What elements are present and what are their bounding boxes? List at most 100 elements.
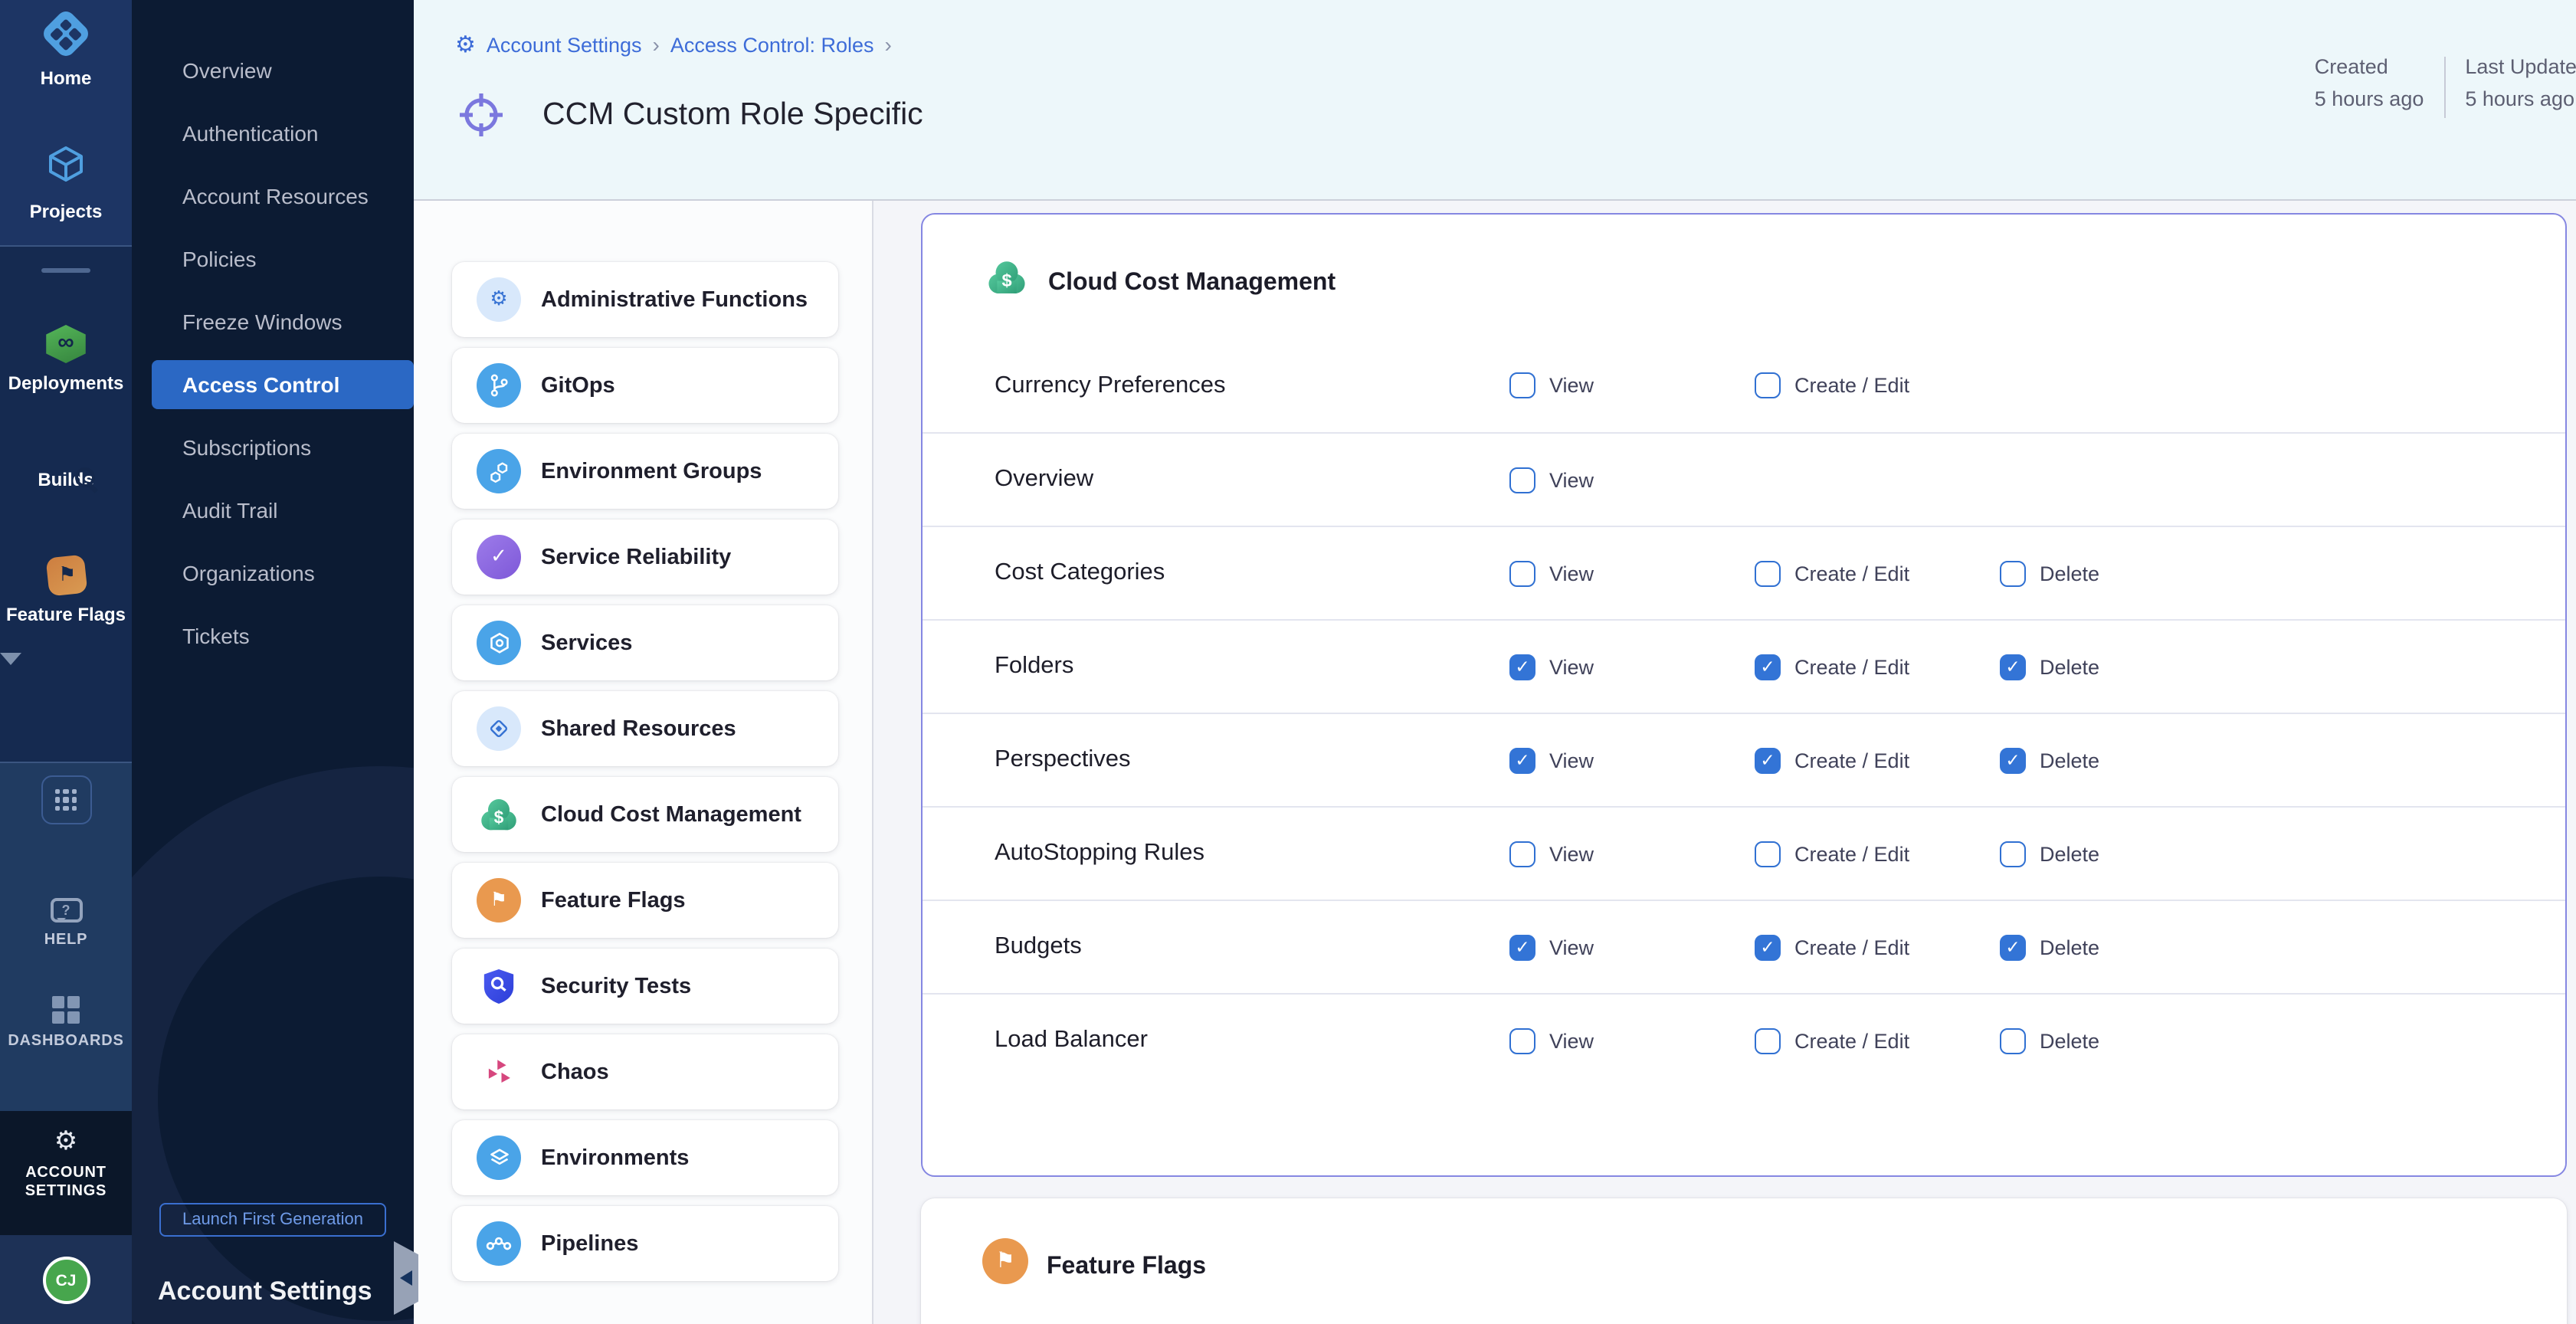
role-meta: Created 5 hours ago Last Updated 5 hours… xyxy=(2315,55,2576,118)
delete-checkbox[interactable] xyxy=(2000,1027,2026,1054)
create-edit-checkbox[interactable]: ✓ xyxy=(1755,934,1781,960)
delete-checkbox[interactable]: ✓ xyxy=(2000,654,2026,680)
resource-item-environment-groups[interactable]: Environment Groups xyxy=(452,434,838,509)
resource-item-pipelines[interactable]: Pipelines xyxy=(452,1206,838,1281)
sidenav-item-overview[interactable]: Overview xyxy=(132,38,414,101)
permission-row-label: Load Balancer xyxy=(995,1027,1509,1054)
permission-checkbox-label: Create / Edit xyxy=(1794,655,1909,678)
permission-cell: ✓ Delete xyxy=(2000,747,2245,773)
view-checkbox[interactable]: ✓ xyxy=(1509,747,1535,773)
rail-item-label: ACCOUNT SETTINGS xyxy=(12,1165,120,1201)
view-checkbox[interactable]: ✓ xyxy=(1509,934,1535,960)
permissions-column: $ Cloud Cost Management Currency Prefere… xyxy=(875,201,2576,1324)
main-content: ⚙ Account Settings › Access Control: Rol… xyxy=(414,0,2576,1324)
view-checkbox[interactable] xyxy=(1509,1027,1535,1054)
permission-cell: View xyxy=(1509,372,1755,398)
rail-drag-handle[interactable] xyxy=(41,268,90,273)
module-rail: Home Projects ∞ Deployments Builds ⚑ Fea xyxy=(0,0,132,1324)
layers-icon xyxy=(477,1136,521,1180)
resource-item-label: Shared Resources xyxy=(541,716,736,741)
resource-item-label: Administrative Functions xyxy=(541,287,808,312)
resource-item-label: Chaos xyxy=(541,1060,609,1084)
home-icon xyxy=(48,15,84,52)
permission-checkbox-label: Delete xyxy=(2040,655,2099,678)
user-avatar[interactable]: CJ xyxy=(42,1257,90,1304)
create-edit-checkbox[interactable] xyxy=(1755,841,1781,867)
panel-header: $ Cloud Cost Management xyxy=(923,215,2565,339)
permission-checkbox-label: Create / Edit xyxy=(1794,842,1909,865)
module-grid-icon[interactable] xyxy=(41,775,91,824)
create-edit-checkbox[interactable] xyxy=(1755,560,1781,586)
delete-checkbox[interactable] xyxy=(2000,841,2026,867)
rail-section-avatar: CJ xyxy=(0,1235,132,1324)
sidenav-item-audit-trail[interactable]: Audit Trail xyxy=(132,478,414,541)
sidenav-item-subscriptions[interactable]: Subscriptions xyxy=(132,415,414,478)
permission-row-label: AutoStopping Rules xyxy=(995,840,1509,867)
launch-first-generation-button[interactable]: Launch First Generation xyxy=(159,1203,386,1237)
create-edit-checkbox[interactable]: ✓ xyxy=(1755,654,1781,680)
create-edit-checkbox[interactable]: ✓ xyxy=(1755,747,1781,773)
view-checkbox[interactable] xyxy=(1509,372,1535,398)
resource-item-administrative-functions[interactable]: ⚙ Administrative Functions xyxy=(452,262,838,337)
sidenav-item-authentication[interactable]: Authentication xyxy=(132,101,414,164)
resource-item-gitops[interactable]: GitOps xyxy=(452,348,838,423)
sidenav-item-organizations[interactable]: Organizations xyxy=(132,541,414,604)
create-edit-checkbox[interactable] xyxy=(1755,372,1781,398)
view-checkbox[interactable] xyxy=(1509,467,1535,493)
sidenav-item-account-resources[interactable]: Account Resources xyxy=(132,164,414,227)
resource-category-list: ⚙ Administrative Functions GitOps En xyxy=(414,201,872,1281)
rail-item-dashboards[interactable]: DASHBOARDS xyxy=(0,996,132,1051)
permission-checkbox-label: Delete xyxy=(2040,562,2099,585)
rail-item-help[interactable]: ? HELP xyxy=(0,898,132,950)
resource-item-cloud-cost-management[interactable]: $ Cloud Cost Management xyxy=(452,777,838,852)
delete-checkbox[interactable]: ✓ xyxy=(2000,934,2026,960)
view-checkbox[interactable]: ✓ xyxy=(1509,654,1535,680)
git-branch-icon xyxy=(477,363,521,408)
resource-item-chaos[interactable]: Chaos xyxy=(452,1034,838,1109)
permission-row-cost-categories: Cost Categories View Create / Edit Delet… xyxy=(923,526,2565,619)
delete-checkbox[interactable] xyxy=(2000,560,2026,586)
permission-cell: ✓ Create / Edit xyxy=(1755,747,2000,773)
sidenav-item-freeze-windows[interactable]: Freeze Windows xyxy=(132,290,414,352)
sidenav-item-policies[interactable]: Policies xyxy=(132,227,414,290)
resource-item-label: Pipelines xyxy=(541,1231,638,1256)
resource-item-feature-flags[interactable]: ⚑ Feature Flags xyxy=(452,863,838,938)
permission-cell: View xyxy=(1509,467,1755,493)
chevron-down-icon[interactable] xyxy=(0,665,132,693)
last-updated-label: Last Updated xyxy=(2465,55,2576,78)
view-checkbox[interactable] xyxy=(1509,841,1535,867)
rail-item-projects[interactable]: Projects xyxy=(0,144,132,222)
resource-item-security-tests[interactable]: Security Tests xyxy=(452,949,838,1024)
hexagon-group-icon xyxy=(477,449,521,493)
breadcrumb-account-settings[interactable]: Account Settings xyxy=(487,33,642,56)
cloud-dollar-icon: $ xyxy=(477,792,521,837)
resource-item-services[interactable]: Services xyxy=(452,605,838,680)
diamond-icon xyxy=(477,706,521,751)
resource-item-shared-resources[interactable]: Shared Resources xyxy=(452,691,838,766)
rail-item-feature-flags[interactable]: ⚑ Feature Flags xyxy=(0,556,132,625)
resource-item-environments[interactable]: Environments xyxy=(452,1120,838,1195)
breadcrumb-access-control-roles[interactable]: Access Control: Roles xyxy=(670,33,874,56)
gear-icon: ⚙ xyxy=(477,277,521,322)
rail-item-account-settings[interactable]: ⚙ ACCOUNT SETTINGS xyxy=(0,1111,132,1235)
rail-item-label: Deployments xyxy=(8,372,124,394)
resource-item-label: Security Tests xyxy=(541,974,691,998)
resource-item-service-reliability[interactable]: ✓ Service Reliability xyxy=(452,519,838,595)
resource-item-label: Feature Flags xyxy=(541,888,686,913)
sidenav-item-tickets[interactable]: Tickets xyxy=(132,604,414,667)
permission-row-currency-preferences: Currency Preferences View Create / Edit xyxy=(923,339,2565,432)
rail-section-top: Home Projects xyxy=(0,0,132,245)
rail-item-deployments[interactable]: ∞ Deployments xyxy=(0,325,132,394)
rail-item-home[interactable]: Home xyxy=(0,0,132,89)
create-edit-checkbox[interactable] xyxy=(1755,1027,1781,1054)
sidenav-item-access-control[interactable]: Access Control xyxy=(132,352,414,415)
rail-item-label: HELP xyxy=(44,932,88,950)
view-checkbox[interactable] xyxy=(1509,560,1535,586)
gear-icon: ⚙ xyxy=(455,33,476,56)
created-value: 5 hours ago xyxy=(2315,87,2424,110)
breadcrumb: ⚙ Account Settings › Access Control: Rol… xyxy=(455,32,892,57)
rail-item-builds[interactable]: Builds xyxy=(0,460,132,490)
flag-icon: ⚑ xyxy=(477,878,521,923)
delete-checkbox[interactable]: ✓ xyxy=(2000,747,2026,773)
sidenav-item-label: Authentication xyxy=(132,108,414,157)
